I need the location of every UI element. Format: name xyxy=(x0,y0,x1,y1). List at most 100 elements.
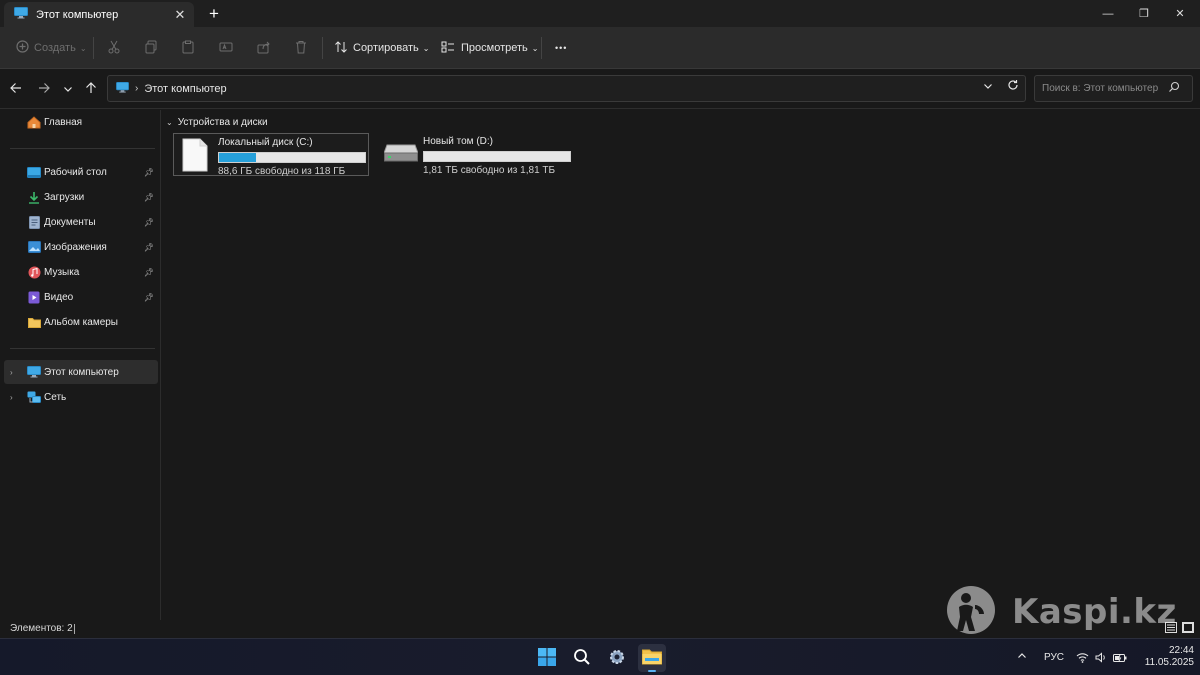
sort-icon xyxy=(334,40,348,57)
kaspi-logo-icon xyxy=(946,585,996,638)
tab-close-icon[interactable]: ✕ xyxy=(170,7,190,23)
group-title: Устройства и диски xyxy=(177,117,268,128)
settings-taskbar-button[interactable] xyxy=(603,644,631,672)
sidebar-item-music[interactable]: Музыка 📌︎ xyxy=(4,260,158,284)
sidebar-item-documents[interactable]: Документы 📌︎ xyxy=(4,210,158,234)
input-language-indicator[interactable]: РУС xyxy=(1044,639,1064,675)
pin-icon[interactable]: 📌︎ xyxy=(144,268,154,277)
view-button[interactable]: Просмотреть ⌄ xyxy=(441,36,538,60)
desktop-icon xyxy=(27,165,41,179)
drive-item-d[interactable]: Новый том (D:) 1,81 ТБ свободно из 1,81 … xyxy=(376,133,572,176)
sidebar-item-this-pc[interactable]: › Этот компьютер xyxy=(4,360,158,384)
sidebar-item-desktop[interactable]: Рабочий стол 📌︎ xyxy=(4,160,158,184)
tab-this-pc[interactable]: Этот компьютер ✕ xyxy=(4,2,194,27)
arrow-right-icon xyxy=(38,81,50,97)
more-options-button[interactable]: ••• xyxy=(555,36,567,60)
back-button[interactable] xyxy=(6,79,26,99)
clock[interactable]: 22:44 11.05.2025 xyxy=(1132,645,1194,669)
battery-icon[interactable] xyxy=(1113,639,1127,675)
sidebar-item-home[interactable]: Главная xyxy=(4,110,158,134)
drive-usage-fill xyxy=(219,153,256,162)
copy-button[interactable] xyxy=(144,36,158,60)
sidebar-item-label: Изображения xyxy=(44,241,107,253)
rename-button[interactable] xyxy=(219,36,233,60)
sidebar-item-label: Рабочий стол xyxy=(44,166,107,178)
documents-icon xyxy=(27,215,41,229)
tiles-view-button[interactable] xyxy=(1181,621,1194,635)
copy-icon xyxy=(144,40,158,57)
scissors-icon xyxy=(107,40,121,57)
cut-button[interactable] xyxy=(107,36,121,60)
address-bar[interactable]: › Этот компьютер xyxy=(107,75,1026,102)
close-button[interactable]: ✕ xyxy=(1162,0,1198,27)
group-header-devices[interactable]: ⌄ Устройства и диски xyxy=(166,117,268,128)
navigation-pane: Главная Рабочий стол 📌︎ Загрузки 📌︎ Доку… xyxy=(0,110,161,620)
clock-time: 22:44 xyxy=(1168,645,1194,656)
drive-usage-bar xyxy=(218,152,366,163)
breadcrumb-this-pc[interactable]: Этот компьютер xyxy=(144,83,226,95)
watermark-text: Kaspi.kz xyxy=(1012,591,1177,632)
search-input[interactable] xyxy=(1042,83,1168,94)
chevron-down-icon: ⌄ xyxy=(79,43,87,53)
drive-name: Локальный диск (C:) xyxy=(218,137,313,148)
network-icon xyxy=(27,390,41,404)
wifi-icon[interactable] xyxy=(1076,639,1089,675)
minimize-button[interactable]: — xyxy=(1090,0,1126,27)
share-button[interactable] xyxy=(257,36,271,60)
sidebar-item-downloads[interactable]: Загрузки 📌︎ xyxy=(4,185,158,209)
sort-label: Сортировать xyxy=(353,42,419,54)
chevron-down-icon xyxy=(63,81,73,97)
sort-button[interactable]: Сортировать ⌄ xyxy=(334,36,429,60)
sidebar-item-label: Этот компьютер xyxy=(44,366,119,378)
sidebar-item-pictures[interactable]: Изображения 📌︎ xyxy=(4,235,158,259)
music-icon xyxy=(27,265,41,279)
toolbar-divider xyxy=(322,37,323,59)
pin-icon[interactable]: 📌︎ xyxy=(144,243,154,252)
search-icon[interactable] xyxy=(1168,81,1180,96)
create-button[interactable]: Создать ⌄ xyxy=(16,36,87,60)
computer-icon xyxy=(14,7,28,22)
sidebar-item-videos[interactable]: Видео 📌︎ xyxy=(4,285,158,309)
pin-icon[interactable]: 📌︎ xyxy=(144,193,154,202)
search-box[interactable] xyxy=(1034,75,1193,102)
create-label: Создать xyxy=(34,42,76,54)
trash-icon xyxy=(294,40,308,57)
chevron-down-icon: ⌄ xyxy=(422,43,430,53)
new-tab-button[interactable]: + xyxy=(204,4,224,24)
pictures-icon xyxy=(27,240,41,254)
collapse-chevron-icon: ⌄ xyxy=(166,118,173,127)
show-hidden-icons-button[interactable] xyxy=(1017,639,1027,675)
pin-icon[interactable]: 📌︎ xyxy=(144,218,154,227)
chevron-up-icon xyxy=(1017,651,1027,664)
sidebar-item-label: Видео xyxy=(44,291,74,303)
pin-icon[interactable]: 📌︎ xyxy=(144,168,154,177)
refresh-icon[interactable] xyxy=(1007,79,1019,94)
forward-button[interactable] xyxy=(34,79,54,99)
pin-icon[interactable]: 📌︎ xyxy=(144,293,154,302)
tab-title: Этот компьютер xyxy=(36,8,119,21)
up-button[interactable] xyxy=(81,79,101,99)
videos-icon xyxy=(27,290,41,304)
paste-button[interactable] xyxy=(181,36,195,60)
search-taskbar-button[interactable] xyxy=(568,644,596,672)
plus-circle-icon xyxy=(16,40,29,56)
home-icon xyxy=(27,115,41,129)
breadcrumb-chevron-icon[interactable]: › xyxy=(135,83,138,94)
expand-chevron-icon[interactable]: › xyxy=(10,393,13,402)
expand-chevron-icon[interactable]: › xyxy=(10,368,13,377)
address-history-chevron-icon[interactable] xyxy=(983,81,993,94)
start-button[interactable] xyxy=(533,644,561,672)
file-explorer-taskbar-button[interactable] xyxy=(638,644,666,672)
sidebar-item-camera-roll[interactable]: Альбом камеры xyxy=(4,310,158,334)
title-bar: Этот компьютер ✕ + — ❐ ✕ xyxy=(0,0,1200,27)
volume-icon[interactable] xyxy=(1095,639,1107,675)
sidebar-divider xyxy=(10,348,155,349)
hard-drive-icon xyxy=(383,143,419,177)
arrow-up-icon xyxy=(85,81,97,97)
status-divider xyxy=(74,624,75,634)
drive-item-c[interactable]: Локальный диск (C:) 88,6 ГБ свободно из … xyxy=(173,133,369,177)
sidebar-item-network[interactable]: › Сеть xyxy=(4,385,158,409)
maximize-button[interactable]: ❐ xyxy=(1126,0,1162,27)
recent-locations-button[interactable] xyxy=(58,79,78,99)
delete-button[interactable] xyxy=(294,36,308,60)
